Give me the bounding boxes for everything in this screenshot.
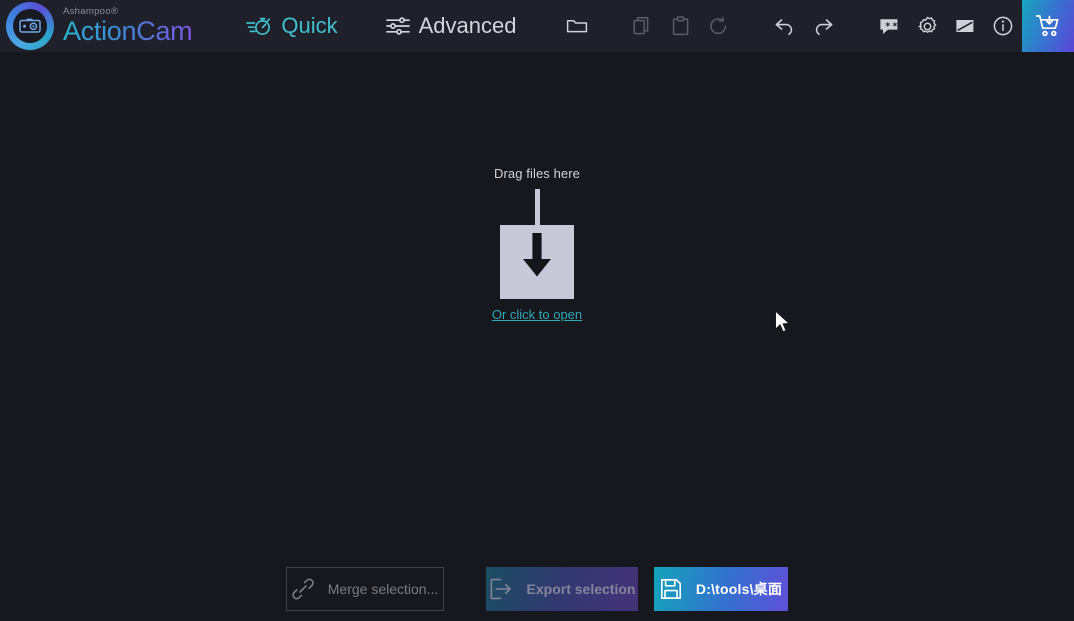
buy-now-button[interactable] [1022,0,1074,52]
action-camera-icon [19,18,41,33]
info-icon [994,16,1013,36]
undo-button[interactable] [766,0,804,52]
svg-text:✶✶: ✶✶ [885,19,899,29]
open-file-link[interactable]: Or click to open [492,307,582,322]
copy-icon [633,17,649,35]
mode-tabs: Quick Advanced [238,0,524,52]
feedback-button[interactable]: ✶✶ [870,0,908,52]
download-into-box-icon [500,189,574,299]
tab-quick[interactable]: Quick [238,0,345,52]
feedback-icon: ✶✶ [880,18,899,34]
down-arrow-glyph [523,233,551,277]
tab-advanced-label: Advanced [418,13,517,38]
app-logo: Ashampoo® ActionCam [0,0,193,52]
main-canvas: Drag files here Or click to open [0,52,1074,557]
stopwatch-speed-icon [246,17,271,35]
merge-selection-label: Merge selection... [327,581,439,597]
title-bar: Ashampoo® ActionCam Quick Advanced ✶✶ [0,0,1074,52]
export-selection-button[interactable]: Export selection [486,567,638,611]
paste-button[interactable] [662,0,700,52]
image-icon [956,20,974,32]
toolbar-utility-group: ✶✶ [870,0,1022,52]
open-folder-button[interactable] [558,0,596,52]
info-button[interactable] [984,0,1022,52]
redo-icon [816,19,833,35]
redo-button[interactable] [804,0,842,52]
tab-advanced[interactable]: Advanced [378,0,525,52]
save-path-label: D:\tools\桌面 [695,581,783,597]
file-dropzone[interactable]: Drag files here Or click to open [0,166,1074,322]
tab-quick-label: Quick [281,13,338,38]
open-folder-icon [567,20,588,33]
floppy-save-icon [660,579,681,599]
settings-gear-icon [918,16,937,33]
product-name: ActionCam [63,15,193,46]
reset-button[interactable] [700,0,738,52]
export-selection-label: Export selection [526,581,636,597]
toolbar-history-group [766,0,842,52]
reset-icon [710,16,727,35]
app-window: Ashampoo® ActionCam Quick Advanced ✶✶ Dr… [0,0,1074,621]
export-arrow-icon [490,578,511,600]
paste-icon [673,16,689,36]
copy-button[interactable] [624,0,662,52]
settings-button[interactable] [908,0,946,52]
cart-download-icon [1036,15,1060,37]
dropzone-title: Drag files here [493,166,581,181]
link-chain-icon [292,578,314,600]
bottom-action-bar: Merge selection... Export selection D:\t… [0,557,1074,621]
toolbar-file-group [558,0,596,52]
sliders-icon [385,17,410,35]
merge-selection-button[interactable]: Merge selection... [286,567,444,611]
logo-ring-icon [6,2,54,50]
toolbar-edit-group [624,0,738,52]
undo-icon [776,19,793,35]
save-path-button[interactable]: D:\tools\桌面 [654,567,788,611]
image-button[interactable] [946,0,984,52]
